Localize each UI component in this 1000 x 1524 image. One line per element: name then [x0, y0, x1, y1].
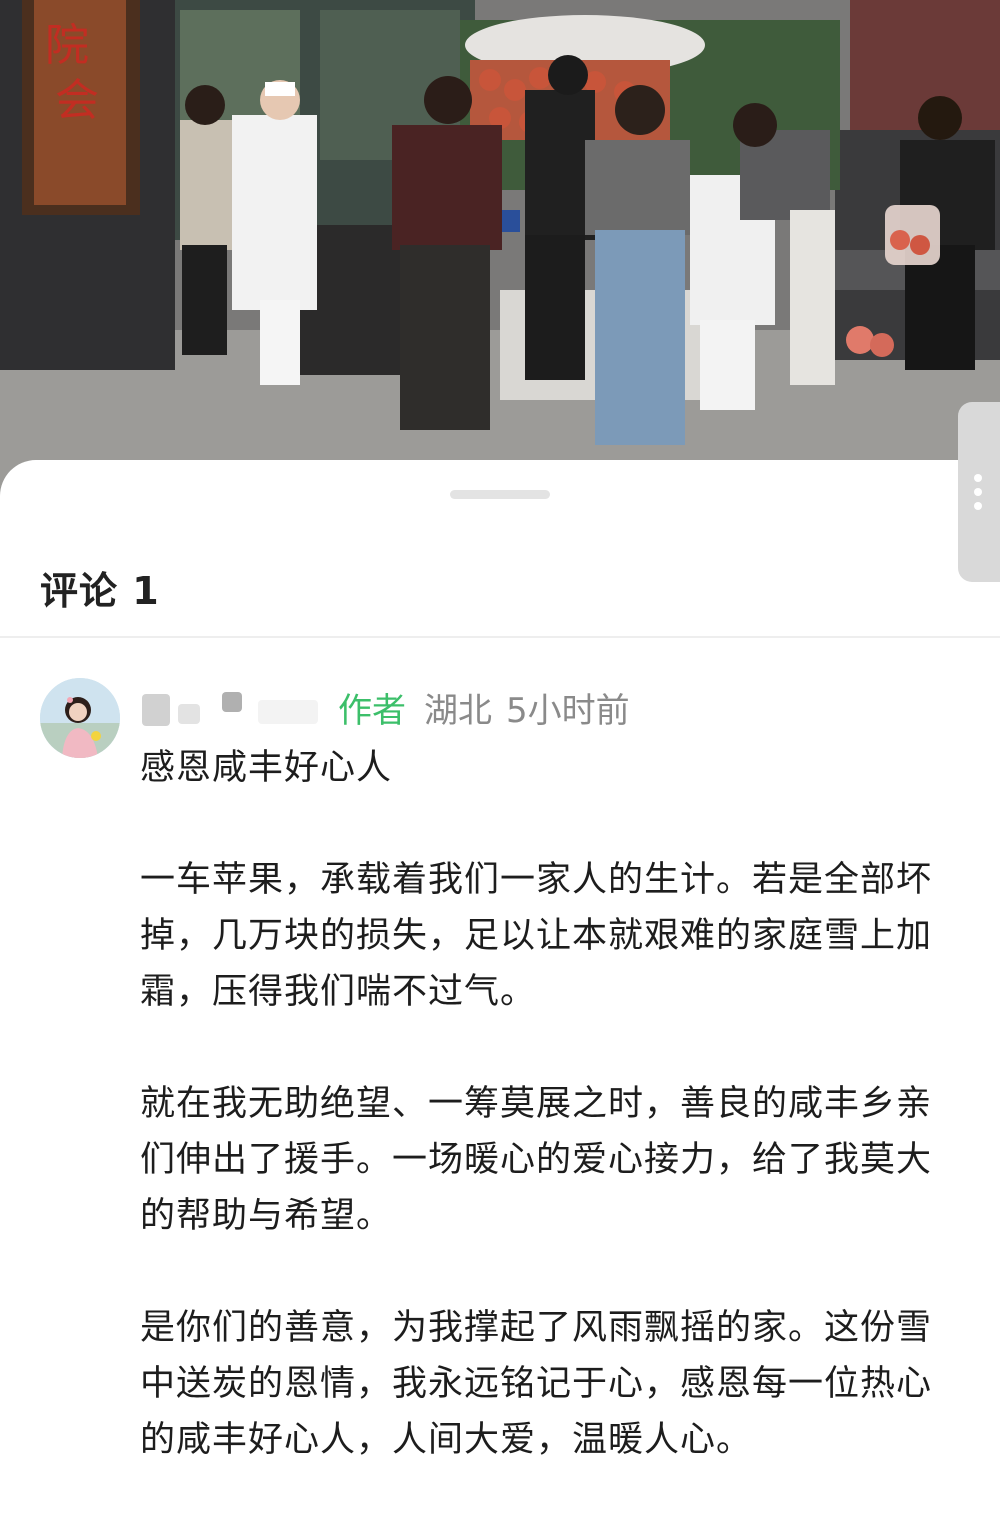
comment-location: 湖北: [424, 690, 492, 731]
side-scroll-handle[interactable]: [958, 402, 1000, 582]
username-redacted[interactable]: [138, 682, 328, 728]
comment-time: 5小时前: [506, 690, 630, 731]
comment-paragraph: 是你们的善意，为我撑起了风雨飘摇的家。这份雪中送炭的恩情，我永远铭记于心，感恩每…: [140, 1308, 933, 1460]
svg-text:院: 院: [45, 20, 89, 71]
comment-paragraph: 感恩咸丰好心人: [140, 748, 393, 788]
user-avatar-image: [40, 678, 120, 758]
apple-truck-photo: 院 会: [0, 0, 1000, 520]
post-photo[interactable]: 院 会: [0, 0, 1000, 520]
comments-sheet: 评论 1 作者 湖北 5小时前 感恩咸丰好心人 一车苹果，承载着我们一家人的生计…: [0, 460, 1000, 1471]
svg-text:会: 会: [55, 75, 99, 126]
comment-paragraph: 就在我无助绝望、一筹莫展之时，善良的咸丰乡亲们伸出了援手。一场暖心的爱心接力，给…: [140, 1084, 933, 1236]
comment-meta: 作者 湖北 5小时前: [338, 682, 630, 732]
more-dots-icon: [974, 474, 982, 516]
comments-header: 评论 1: [40, 569, 160, 613]
sheet-drag-handle[interactable]: [450, 490, 550, 499]
header-divider: [0, 636, 1000, 638]
author-badge: 作者: [338, 690, 406, 731]
avatar[interactable]: [40, 678, 120, 758]
comment-paragraph: 一车苹果，承载着我们一家人的生计。若是全部坏掉，几万块的损失，足以让本就艰难的家…: [140, 860, 933, 1012]
comment-body[interactable]: 感恩咸丰好心人 一车苹果，承载着我们一家人的生计。若是全部坏掉，几万块的损失，足…: [140, 740, 940, 1524]
